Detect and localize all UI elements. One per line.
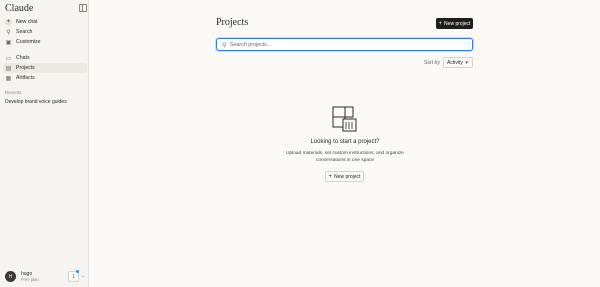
chevron-down-icon: ▼ [464, 60, 469, 65]
sidebar-item-projects[interactable]: ▤ Projects [3, 63, 87, 73]
chevron-down-icon[interactable]: ⌄ [81, 273, 85, 279]
empty-state-button-label: New project [334, 173, 361, 180]
sidebar-toggle-icon[interactable] [79, 4, 87, 12]
sort-select[interactable]: Activity ▼ [443, 57, 473, 68]
new-project-button-label: New project [444, 20, 471, 27]
search-icon: ⚲ [222, 43, 227, 49]
page-title: Projects [216, 17, 249, 28]
sidebar: Claude + New chat ⚲ Search ▣ Customize ▭… [0, 0, 89, 287]
chat-icon: ▭ [5, 55, 12, 62]
app-window: Claude + New chat ⚲ Search ▣ Customize ▭… [0, 0, 600, 287]
recents-heading: Recents [5, 90, 22, 95]
user-menu[interactable]: H hugo Free plan ↧ ⌄ [5, 270, 85, 283]
sidebar-item-label: Customize [16, 39, 41, 45]
empty-state-description: Upload materials, set custom instruction… [286, 151, 404, 163]
empty-state-title: Looking to start a project? [310, 139, 380, 145]
sidebar-item-label: New chat [16, 19, 38, 25]
search-box[interactable]: ⚲ [216, 38, 473, 51]
sidebar-item-customize[interactable]: ▣ Customize [3, 37, 87, 47]
sidebar-item-label: Search [16, 29, 33, 35]
plus-icon: + [328, 173, 333, 180]
sidebar-item-chats[interactable]: ▭ Chats [3, 53, 87, 63]
sidebar-item-label: Projects [16, 65, 35, 71]
search-icon: ⚲ [6, 29, 11, 36]
new-project-button[interactable]: + New project [436, 18, 473, 29]
sidebar-item-search[interactable]: ⚲ Search [3, 27, 87, 37]
user-plan: Free plan [21, 277, 39, 282]
folder-icon: ▤ [5, 65, 12, 72]
sidebar-item-label: Artifacts [16, 75, 35, 81]
customize-icon: ▣ [5, 39, 12, 46]
sidebar-item-label: Chats [16, 55, 30, 61]
sidebar-item-new-chat[interactable]: + New chat [3, 17, 87, 27]
projects-illustration-icon [332, 106, 357, 132]
search-input[interactable] [230, 40, 466, 49]
sort-label: Sort by [424, 60, 440, 66]
plus-icon: + [5, 18, 12, 26]
recent-chat-item[interactable]: Develop brand voice guides [5, 99, 67, 105]
avatar: H [5, 271, 16, 282]
brand-logo[interactable]: Claude [5, 3, 33, 14]
sidebar-item-artifacts[interactable]: ▦ Artifacts [3, 73, 87, 83]
artifacts-icon: ▦ [5, 75, 12, 82]
empty-state-new-project-button[interactable]: + New project [325, 171, 364, 182]
notification-dot [76, 270, 79, 273]
sort-value: Activity [447, 59, 463, 66]
plus-icon: + [438, 20, 443, 27]
